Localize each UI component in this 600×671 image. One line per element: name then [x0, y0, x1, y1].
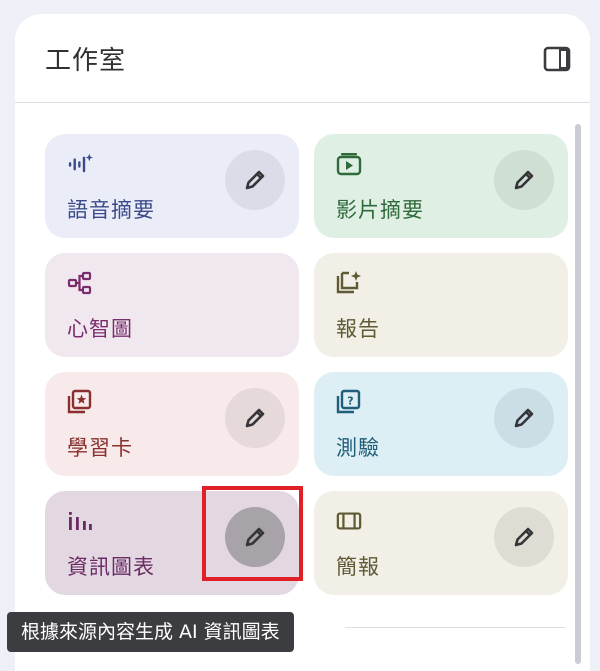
mind-map-icon: [67, 270, 93, 296]
card-label: 測驗: [336, 436, 380, 460]
studio-card[interactable]: ? 測驗: [314, 372, 568, 476]
quiz-icon: ?: [336, 389, 362, 415]
card-label: 心智圖: [67, 317, 133, 341]
card-label: 報告: [336, 317, 380, 341]
card-label: 學習卡: [67, 436, 133, 460]
card-label: 語音摘要: [67, 198, 155, 222]
report-sparkle-icon: [336, 270, 362, 296]
card-label: 影片摘要: [336, 198, 424, 222]
video-play-icon: [336, 151, 362, 177]
card-label: 資訊圖表: [67, 555, 155, 579]
edit-button[interactable]: [225, 388, 285, 448]
side-panel-toggle-button[interactable]: [542, 44, 572, 74]
tooltip: 根據來源內容生成 AI 資訊圖表: [7, 612, 294, 652]
studio-card[interactable]: 心智圖: [45, 253, 299, 357]
edit-button[interactable]: [494, 388, 554, 448]
panel-title: 工作室: [45, 46, 127, 76]
svg-text:?: ?: [347, 395, 353, 408]
studio-card[interactable]: 報告: [314, 253, 568, 357]
pencil-icon: [242, 167, 268, 193]
divider: [345, 627, 565, 628]
studio-card[interactable]: 學習卡: [45, 372, 299, 476]
audio-waveform-sparkle-icon: [67, 151, 93, 177]
pencil-icon: [511, 167, 537, 193]
studio-card[interactable]: 影片摘要: [314, 134, 568, 238]
pencil-icon: [242, 405, 268, 431]
pencil-icon: [511, 524, 537, 550]
edit-button[interactable]: [494, 507, 554, 567]
panel-header: 工作室: [15, 14, 590, 103]
card-label: 簡報: [336, 555, 380, 579]
edit-button[interactable]: [494, 150, 554, 210]
pencil-icon: [511, 405, 537, 431]
slides-icon: [336, 508, 362, 534]
studio-card[interactable]: 語音摘要: [45, 134, 299, 238]
scrollbar[interactable]: [575, 124, 581, 664]
flashcards-icon: [67, 389, 93, 415]
side-panel-icon: [543, 46, 571, 72]
studio-card[interactable]: 簡報: [314, 491, 568, 595]
infographic-icon: [67, 508, 93, 534]
highlight-annotation: [202, 486, 303, 581]
edit-button[interactable]: [225, 150, 285, 210]
